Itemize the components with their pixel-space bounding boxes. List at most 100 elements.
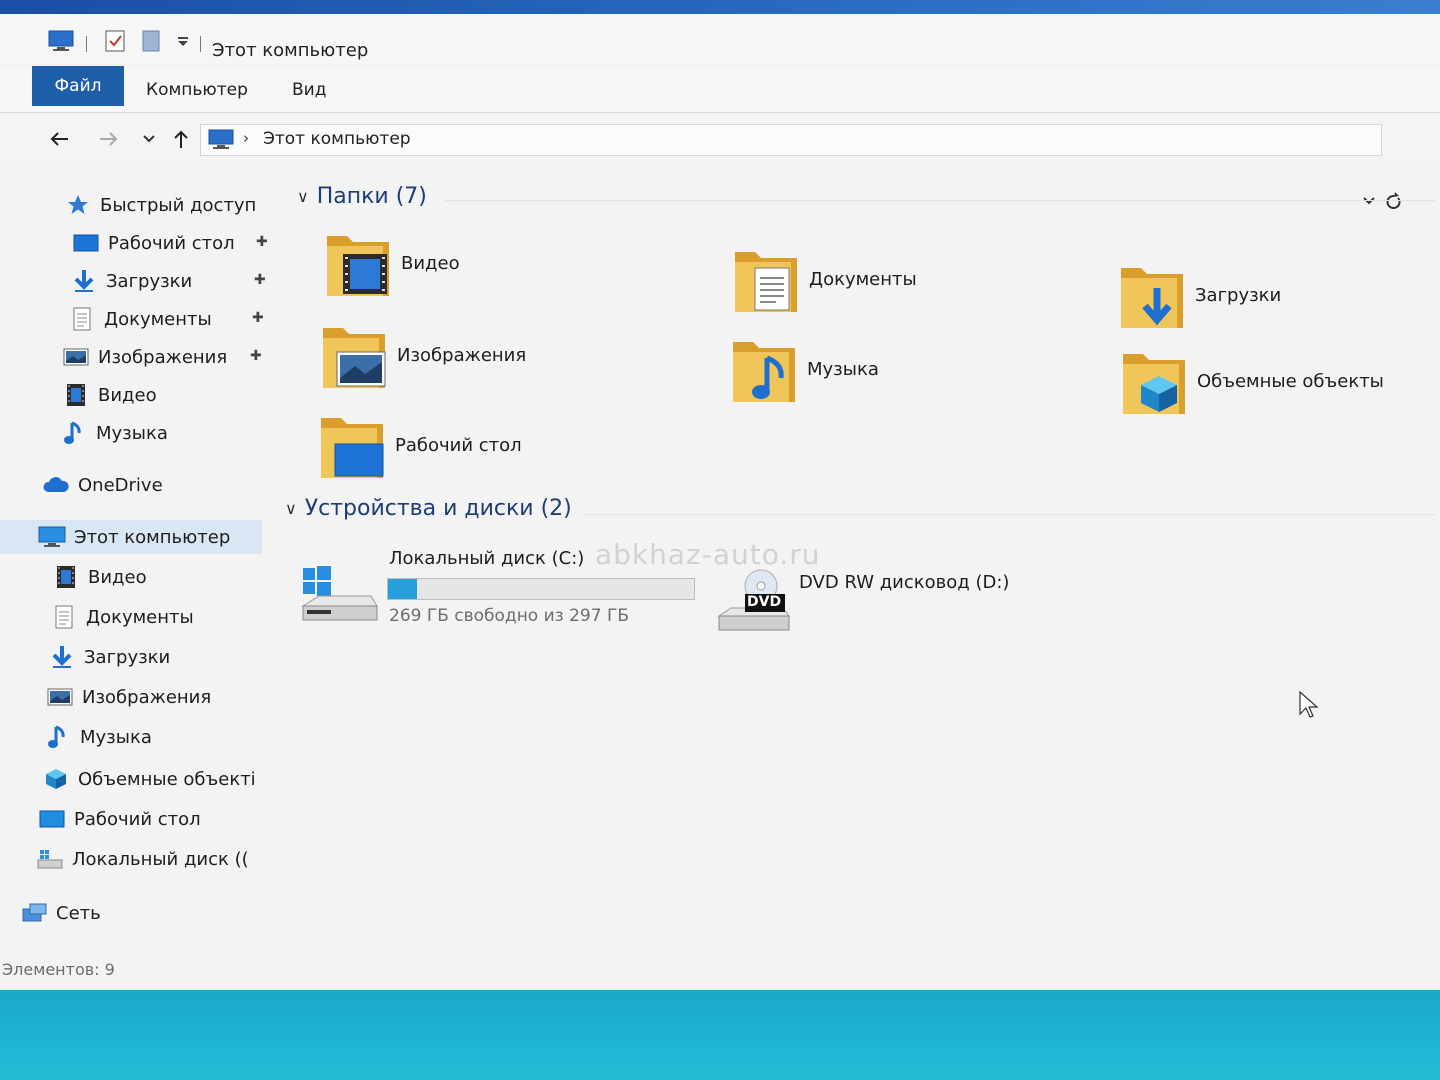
sidebar-item-label: Видео bbox=[98, 384, 157, 406]
forward-button[interactable] bbox=[94, 124, 124, 154]
sidebar-item-pc-music[interactable]: Музыка bbox=[44, 720, 152, 754]
drive-label: DVD RW дисковод (D:) bbox=[799, 572, 1010, 593]
desktop-icon bbox=[72, 231, 100, 255]
tab-view[interactable]: Вид bbox=[278, 74, 340, 106]
folder-pictures[interactable]: Изображения bbox=[319, 318, 526, 392]
address-bar[interactable]: › Этот компьютер bbox=[200, 124, 1382, 156]
sidebar-item-music[interactable]: Музыка bbox=[60, 416, 168, 450]
sidebar-item-label: Этот компьютер bbox=[74, 526, 231, 548]
group-header-folders[interactable]: ∨ Папки (7) bbox=[297, 184, 427, 209]
pin-icon[interactable]: ✚ bbox=[254, 272, 266, 288]
sidebar-item-label: OneDrive bbox=[78, 474, 163, 496]
star-icon bbox=[64, 193, 92, 217]
sidebar-item-label: Загрузки bbox=[106, 270, 193, 292]
sidebar-item-video[interactable]: Видео bbox=[62, 378, 157, 412]
drive-free-space: 269 ГБ свободно из 297 ГБ bbox=[389, 606, 629, 626]
sidebar-item-pc-desktop[interactable]: Рабочий стол bbox=[38, 802, 201, 836]
cloud-icon bbox=[42, 473, 70, 497]
folder-documents[interactable]: Документы bbox=[731, 242, 917, 316]
sidebar-item-quick-access[interactable]: Быстрый доступ bbox=[64, 188, 256, 222]
sidebar-item-label: Изображения bbox=[82, 686, 212, 708]
pin-icon[interactable]: ✚ bbox=[252, 310, 264, 326]
up-arrow-icon bbox=[174, 130, 188, 148]
folder-label: Изображения bbox=[397, 344, 527, 366]
breadcrumb-separator[interactable]: › bbox=[243, 129, 249, 147]
breadcrumb[interactable]: Этот компьютер bbox=[263, 129, 411, 149]
download-icon bbox=[70, 269, 98, 293]
sidebar-item-this-pc[interactable]: Этот компьютер bbox=[0, 520, 262, 554]
folder-video[interactable]: Видео bbox=[323, 226, 460, 300]
drive-icon bbox=[36, 847, 64, 871]
document-icon bbox=[50, 605, 78, 629]
folder-music[interactable]: Музыка bbox=[729, 332, 879, 406]
folder-3d-objects[interactable]: Объемные объекты bbox=[1119, 344, 1384, 418]
sidebar-item-downloads[interactable]: Загрузки bbox=[70, 264, 192, 298]
sidebar-item-onedrive[interactable]: OneDrive bbox=[42, 468, 163, 502]
sidebar-item-label: Видео bbox=[88, 566, 147, 588]
sidebar-item-pc-video[interactable]: Видео bbox=[52, 560, 147, 594]
sidebar-item-label: Объемные объекті bbox=[78, 768, 256, 790]
sidebar-item-label: Документы bbox=[86, 606, 194, 628]
sidebar-item-label: Локальный диск (( bbox=[72, 848, 249, 870]
customize-dropdown-icon[interactable] bbox=[170, 28, 196, 54]
sidebar-item-pc-documents[interactable]: Документы bbox=[50, 600, 194, 634]
recent-locations-button[interactable] bbox=[134, 124, 164, 154]
tab-computer[interactable]: Компьютер bbox=[132, 74, 262, 106]
sidebar-item-pictures[interactable]: Изображения bbox=[62, 340, 227, 374]
sidebar-item-label: Рабочий стол bbox=[108, 232, 235, 254]
properties-icon[interactable] bbox=[102, 28, 128, 54]
folder-downloads[interactable]: Загрузки bbox=[1117, 258, 1281, 332]
sidebar-item-label: Быстрый доступ bbox=[100, 194, 257, 216]
group-divider bbox=[445, 200, 1435, 201]
3d-objects-folder-icon bbox=[1119, 344, 1189, 418]
back-button[interactable] bbox=[44, 124, 74, 154]
drive-label: Локальный диск (C:) bbox=[389, 548, 585, 569]
sidebar-item-documents[interactable]: Документы bbox=[68, 302, 212, 336]
new-folder-icon[interactable] bbox=[138, 28, 164, 54]
pictures-icon bbox=[46, 685, 74, 709]
chevron-down-icon[interactable]: ∨ bbox=[285, 499, 297, 518]
pin-icon[interactable]: ✚ bbox=[250, 348, 262, 364]
sidebar-item-label: Музыка bbox=[80, 726, 152, 748]
sidebar-item-pc-3d-objects[interactable]: Объемные объекті bbox=[42, 762, 272, 796]
pin-icon[interactable]: ✚ bbox=[256, 234, 268, 250]
forward-arrow-icon bbox=[100, 132, 118, 146]
pictures-icon bbox=[62, 345, 90, 369]
downloads-folder-icon bbox=[1117, 258, 1187, 332]
computer-icon bbox=[38, 525, 66, 549]
sidebar-item-label: Документы bbox=[104, 308, 212, 330]
sidebar-item-desktop[interactable]: Рабочий стол bbox=[72, 226, 235, 260]
up-button[interactable] bbox=[166, 124, 196, 154]
sidebar-item-network[interactable]: Сеть bbox=[20, 896, 101, 930]
3d-objects-icon bbox=[42, 767, 70, 791]
sidebar-item-label: Загрузки bbox=[84, 646, 171, 668]
window-title: Этот компьютер bbox=[212, 40, 369, 61]
title-separator bbox=[86, 36, 87, 52]
video-icon bbox=[52, 565, 80, 589]
computer-icon[interactable] bbox=[48, 28, 74, 54]
tab-file[interactable]: Файл bbox=[32, 66, 124, 106]
back-arrow-icon bbox=[50, 132, 68, 146]
sidebar-item-pc-pictures[interactable]: Изображения bbox=[46, 680, 211, 714]
document-icon bbox=[68, 307, 96, 331]
drive-d[interactable]: DVD DVD RW дисковод (D:) bbox=[717, 568, 1037, 644]
folder-label: Видео bbox=[401, 252, 460, 274]
sidebar-item-label: Сеть bbox=[56, 902, 101, 924]
group-title: Папки (7) bbox=[316, 184, 427, 209]
mouse-cursor-icon bbox=[1299, 690, 1319, 718]
sidebar-item-pc-downloads[interactable]: Загрузки bbox=[48, 640, 170, 674]
drive-usage-bar bbox=[387, 578, 695, 600]
video-folder-icon bbox=[323, 226, 393, 300]
sidebar-item-label: Музыка bbox=[96, 422, 168, 444]
folder-desktop[interactable]: Рабочий стол bbox=[317, 408, 522, 482]
music-icon bbox=[44, 725, 72, 749]
music-folder-icon bbox=[729, 332, 799, 406]
chevron-down-icon bbox=[143, 135, 155, 143]
group-header-devices[interactable]: ∨ Устройства и диски (2) bbox=[285, 496, 572, 521]
sidebar-item-pc-local-disk[interactable]: Локальный диск (( bbox=[36, 842, 266, 876]
folder-label: Документы bbox=[809, 268, 917, 290]
folder-label: Загрузки bbox=[1195, 284, 1282, 306]
ribbon-tabs: Файл Компьютер Вид bbox=[0, 66, 1440, 113]
chevron-down-icon[interactable]: ∨ bbox=[297, 187, 309, 206]
pictures-folder-icon bbox=[319, 318, 389, 392]
